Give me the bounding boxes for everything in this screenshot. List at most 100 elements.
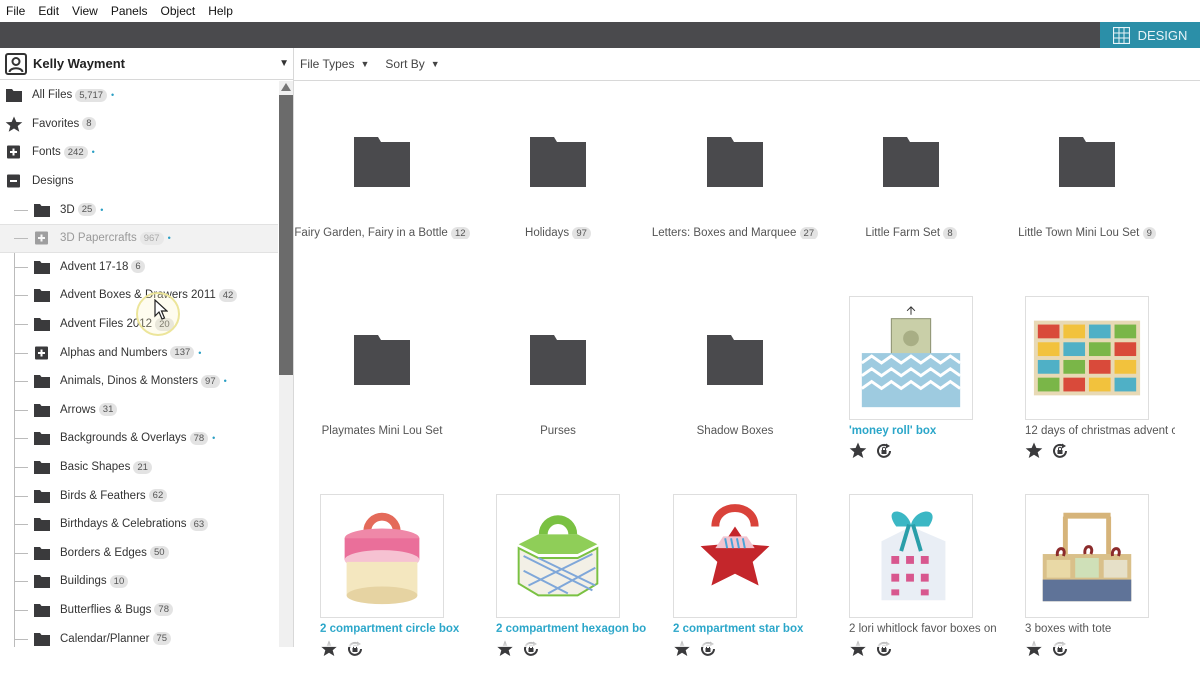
tree-branch-line [14, 381, 28, 383]
folder-tile[interactable]: Holidays 97 [470, 82, 646, 280]
circle-box-image [344, 512, 420, 605]
folder-icon [34, 318, 50, 332]
tree-item[interactable]: Birds & Feathers 62 [0, 481, 278, 510]
tree-item[interactable]: 3D Papercrafts 967 • [0, 223, 278, 253]
folder-tile[interactable]: Little Farm Set 8 [823, 82, 999, 280]
browser-toolbar: File Types ▼ Sort By ▼ [294, 48, 1200, 81]
tree-item[interactable]: Butterflies & Bugs 78 [0, 596, 278, 625]
expand-plus-icon[interactable] [5, 144, 23, 160]
menu-view[interactable]: View [72, 4, 98, 18]
sort-by-dropdown[interactable]: Sort By ▼ [385, 57, 439, 71]
tree-item[interactable]: Designs [0, 167, 278, 196]
count-badge: 242 [63, 145, 88, 159]
menu-edit[interactable]: Edit [38, 4, 59, 18]
folder-icon [34, 518, 50, 532]
folder-icon [6, 89, 22, 103]
count-badge: 21 [133, 460, 152, 474]
sync-lock-icon[interactable] [1051, 442, 1069, 460]
design-tile[interactable]: 'money roll' box [823, 280, 999, 478]
menu-help[interactable]: Help [208, 4, 233, 18]
folder-icon [530, 335, 586, 385]
tree-item-label: Backgrounds & Overlays [60, 432, 187, 445]
design-thumbnail[interactable] [849, 494, 973, 618]
design-thumbnail[interactable] [320, 494, 444, 618]
folder-tile[interactable]: Letters: Boxes and Marquee 27 [647, 82, 823, 280]
star-icon [5, 116, 23, 132]
grid-icon [1112, 26, 1130, 44]
star-box-image [700, 504, 770, 586]
sidebar-scrollbar[interactable] [279, 81, 293, 647]
folder-icon [354, 335, 410, 385]
menu-object[interactable]: Object [161, 4, 196, 18]
folder-tile[interactable]: Shadow Boxes [647, 280, 823, 478]
menu-file[interactable]: File [6, 4, 25, 18]
folder-thumbnail [849, 100, 973, 224]
user-name: Kelly Wayment [33, 56, 125, 71]
tree-branch-line [14, 524, 28, 526]
tree-item-label: Buildings [60, 575, 107, 588]
tree-item-label: Calendar/Planner [60, 632, 150, 645]
tree-item[interactable]: Advent 17-18 6 [0, 253, 278, 282]
folder-name: Letters: Boxes and Marquee [651, 227, 797, 239]
tree-branch-line [14, 209, 28, 211]
expand-plus-icon[interactable] [33, 345, 51, 361]
tree-item-label: Butterflies & Bugs [60, 603, 152, 616]
folder-tile[interactable]: Little Town Mini Lou Set 9 [999, 82, 1175, 280]
tree-item[interactable]: Birthdays & Celebrations 63 [0, 510, 278, 539]
count-badge: 967 [139, 231, 164, 245]
menu-panels[interactable]: Panels [111, 4, 148, 18]
design-tile[interactable]: 12 days of christmas advent c [999, 280, 1175, 478]
sync-dot-icon: • [167, 233, 171, 244]
tree-item[interactable]: Backgrounds & Overlays 78 • [0, 424, 278, 453]
tree-item[interactable]: Arrows 31 [0, 396, 278, 425]
tree-item[interactable]: Calendar/Planner 75 [0, 624, 278, 647]
count-badge: 63 [189, 517, 209, 531]
favorite-star-icon[interactable] [1025, 442, 1043, 460]
file-types-dropdown[interactable]: File Types ▼ [300, 57, 369, 71]
folder-tile[interactable]: Purses [470, 280, 646, 478]
expand-plus-icon[interactable] [33, 230, 51, 246]
hexagon-box-image [517, 515, 599, 597]
tree-branch-line [14, 467, 28, 469]
folder-icon [883, 137, 939, 187]
tree-item[interactable]: Fonts 242 • [0, 138, 278, 167]
tree-item-label: Alphas and Numbers [60, 346, 168, 359]
folder-tile[interactable]: Fairy Garden, Fairy in a Bottle 12 [294, 82, 470, 280]
tree-item[interactable]: Animals, Dinos & Monsters 97 • [0, 367, 278, 396]
folder-thumbnail [496, 100, 620, 224]
tree-item[interactable]: 3D 25 • [0, 195, 278, 224]
tree-item[interactable]: All Files 5,717 • [0, 81, 278, 110]
chevron-down-icon[interactable]: ▼ [279, 58, 289, 69]
folder-name: Little Town Mini Lou Set [1018, 227, 1140, 239]
design-thumbnail[interactable] [496, 494, 620, 618]
folder-name: Playmates Mini Lou Set [321, 425, 443, 437]
design-button[interactable]: DESIGN [1100, 22, 1200, 48]
design-thumbnail[interactable] [1025, 296, 1149, 420]
folder-icon [354, 137, 410, 187]
count-badge: 50 [149, 546, 169, 560]
tree-item[interactable]: Buildings 10 [0, 567, 278, 596]
tree-branch-line [14, 495, 28, 497]
user-selector[interactable]: Kelly Wayment ▼ [0, 48, 294, 80]
design-thumbnail[interactable] [849, 296, 973, 420]
tree-item[interactable]: Alphas and Numbers 137 • [0, 338, 278, 367]
library-sidebar: Kelly Wayment ▼ All Files 5,717 • Favorites… [0, 48, 294, 647]
tree-item[interactable]: Favorites 8 [0, 110, 278, 139]
folder-name: Little Farm Set [865, 227, 941, 239]
design-thumbnail[interactable] [673, 494, 797, 618]
sync-lock-icon[interactable] [875, 442, 893, 460]
design-thumbnail[interactable] [1025, 494, 1149, 618]
folder-icon [34, 489, 50, 503]
favorite-star-icon[interactable] [849, 442, 867, 460]
collapse-minus-icon[interactable] [5, 173, 23, 189]
tree-item[interactable]: Basic Shapes 21 [0, 453, 278, 482]
top-bar: DESIGN [0, 22, 1200, 48]
scroll-up-icon[interactable] [281, 83, 291, 91]
design-label[interactable]: 'money roll' box [849, 425, 999, 437]
folder-name: Holidays [525, 227, 570, 239]
tree-item[interactable]: Borders & Edges 50 [0, 539, 278, 568]
tree-item-label: Advent 17-18 [60, 260, 129, 273]
scrollbar-thumb[interactable] [279, 95, 293, 375]
folder-tile[interactable]: Playmates Mini Lou Set [294, 280, 470, 478]
sync-dot-icon: • [111, 90, 115, 101]
